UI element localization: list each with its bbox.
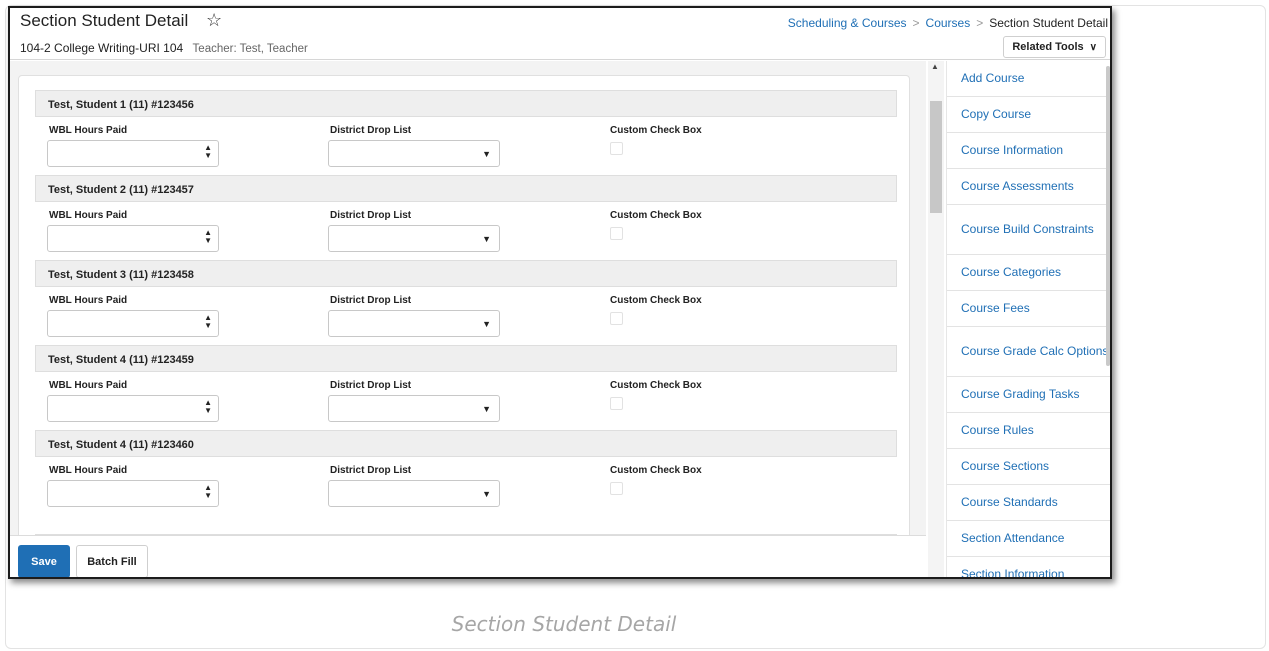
sidebar-scrollbar[interactable] bbox=[1106, 66, 1110, 366]
wbl-hours-input[interactable]: ▲ ▼ bbox=[47, 310, 219, 337]
chevron-down-icon: ∨ bbox=[1089, 41, 1097, 53]
caret-down-icon: ▼ bbox=[482, 149, 491, 159]
wbl-hours-label: WBL Hours Paid bbox=[49, 210, 128, 221]
student-list-card: Test, Student 1 (11) #123456 WBL Hours P… bbox=[18, 75, 910, 535]
custom-check-label: Custom Check Box bbox=[610, 125, 702, 136]
related-tools-button[interactable]: Related Tools ∨ bbox=[1003, 36, 1106, 58]
scroll-up-icon[interactable]: ▲ bbox=[931, 62, 939, 71]
spinner-icon[interactable]: ▲ ▼ bbox=[204, 484, 212, 500]
sidebar-item-course-fees[interactable]: Course Fees bbox=[947, 291, 1110, 327]
district-drop-select[interactable]: ▼ bbox=[328, 140, 500, 167]
sidebar-item-course-information[interactable]: Course Information bbox=[947, 133, 1110, 169]
spinner-icon[interactable]: ▲ ▼ bbox=[204, 314, 212, 330]
sidebar-item-course-sections[interactable]: Course Sections bbox=[947, 449, 1110, 485]
student-block: Test, Student 2 (11) #123457 WBL Hours P… bbox=[35, 175, 897, 260]
action-footer: Save Batch Fill bbox=[10, 535, 926, 577]
custom-checkbox[interactable] bbox=[610, 142, 623, 155]
custom-check-label: Custom Check Box bbox=[610, 210, 702, 221]
caret-down-icon: ▼ bbox=[482, 404, 491, 414]
district-drop-label: District Drop List bbox=[330, 380, 412, 391]
student-header: Test, Student 4 (11) #123460 bbox=[35, 430, 897, 457]
custom-check-label: Custom Check Box bbox=[610, 465, 702, 476]
breadcrumb-link-scheduling[interactable]: Scheduling & Courses bbox=[788, 16, 907, 30]
sidebar-item-course-grading-tasks[interactable]: Course Grading Tasks bbox=[947, 377, 1110, 413]
student-header: Test, Student 3 (11) #123458 bbox=[35, 260, 897, 287]
page-title: Section Student Detail bbox=[20, 11, 189, 30]
figure-caption: Section Student Detail bbox=[451, 612, 677, 636]
page-header: Section Student Detail ☆ 104-2 College W… bbox=[10, 8, 1110, 60]
custom-check-label: Custom Check Box bbox=[610, 380, 702, 391]
app-window: Section Student Detail ☆ 104-2 College W… bbox=[8, 6, 1112, 579]
spinner-icon[interactable]: ▲ ▼ bbox=[204, 229, 212, 245]
student-block: Test, Student 1 (11) #123456 WBL Hours P… bbox=[35, 90, 897, 175]
student-header: Test, Student 1 (11) #123456 bbox=[35, 90, 897, 117]
wbl-hours-label: WBL Hours Paid bbox=[49, 380, 128, 391]
district-drop-select[interactable]: ▼ bbox=[328, 225, 500, 252]
breadcrumb-current: Section Student Detail bbox=[989, 16, 1108, 30]
related-tools-sidebar: Add Course Copy Course Course Informatio… bbox=[946, 61, 1110, 578]
wbl-hours-label: WBL Hours Paid bbox=[49, 295, 128, 306]
district-drop-select[interactable]: ▼ bbox=[328, 480, 500, 507]
sidebar-item-course-assessments[interactable]: Course Assessments bbox=[947, 169, 1110, 205]
student-header: Test, Student 2 (11) #123457 bbox=[35, 175, 897, 202]
student-block: Test, Student 4 (11) #123459 WBL Hours P… bbox=[35, 345, 897, 430]
sidebar-item-course-categories[interactable]: Course Categories bbox=[947, 255, 1110, 291]
caret-down-icon: ▼ bbox=[482, 234, 491, 244]
spinner-icon[interactable]: ▲ ▼ bbox=[204, 144, 212, 160]
save-button[interactable]: Save bbox=[18, 545, 70, 577]
custom-checkbox[interactable] bbox=[610, 312, 623, 325]
caret-down-icon: ▼ bbox=[482, 489, 491, 499]
main-scrollbar[interactable]: ▲ bbox=[928, 61, 944, 577]
sidebar-item-section-information[interactable]: Section Information bbox=[947, 557, 1110, 578]
wbl-hours-input[interactable]: ▲ ▼ bbox=[47, 480, 219, 507]
wbl-hours-input[interactable]: ▲ ▼ bbox=[47, 140, 219, 167]
district-drop-select[interactable]: ▼ bbox=[328, 395, 500, 422]
wbl-hours-input[interactable]: ▲ ▼ bbox=[47, 395, 219, 422]
sidebar-item-course-grade-calc-options[interactable]: Course Grade Calc Options bbox=[947, 327, 1110, 377]
sidebar-item-course-standards[interactable]: Course Standards bbox=[947, 485, 1110, 521]
star-icon[interactable]: ☆ bbox=[206, 10, 222, 31]
district-drop-label: District Drop List bbox=[330, 295, 412, 306]
main-content: Test, Student 1 (11) #123456 WBL Hours P… bbox=[10, 61, 926, 535]
custom-checkbox[interactable] bbox=[610, 227, 623, 240]
custom-checkbox[interactable] bbox=[610, 482, 623, 495]
breadcrumb-separator: > bbox=[976, 16, 984, 30]
student-header: Test, Student 4 (11) #123459 bbox=[35, 345, 897, 372]
teacher-name: Teacher: Test, Teacher bbox=[192, 43, 308, 55]
caret-down-icon: ▼ bbox=[482, 319, 491, 329]
wbl-hours-label: WBL Hours Paid bbox=[49, 125, 128, 136]
related-tools-label: Related Tools bbox=[1012, 41, 1084, 53]
breadcrumb-separator: > bbox=[912, 16, 920, 30]
student-block: Test, Student 4 (11) #123460 WBL Hours P… bbox=[35, 430, 897, 515]
student-block: Test, Student 3 (11) #123458 WBL Hours P… bbox=[35, 260, 897, 345]
scroll-thumb[interactable] bbox=[930, 101, 942, 213]
section-subtitle: 104-2 College Writing-URI 104 Teacher: T… bbox=[20, 41, 308, 55]
custom-check-label: Custom Check Box bbox=[610, 295, 702, 306]
district-drop-label: District Drop List bbox=[330, 210, 412, 221]
sidebar-item-course-rules[interactable]: Course Rules bbox=[947, 413, 1110, 449]
sidebar-item-add-course[interactable]: Add Course bbox=[947, 61, 1110, 97]
sidebar-item-course-build-constraints[interactable]: Course Build Constraints bbox=[947, 205, 1110, 255]
district-drop-select[interactable]: ▼ bbox=[328, 310, 500, 337]
district-drop-label: District Drop List bbox=[330, 465, 412, 476]
district-drop-label: District Drop List bbox=[330, 125, 412, 136]
sidebar-item-section-attendance[interactable]: Section Attendance bbox=[947, 521, 1110, 557]
sidebar-item-copy-course[interactable]: Copy Course bbox=[947, 97, 1110, 133]
wbl-hours-input[interactable]: ▲ ▼ bbox=[47, 225, 219, 252]
breadcrumb: Scheduling & Courses > Courses > Section… bbox=[788, 16, 1108, 30]
section-name: 104-2 College Writing-URI 104 bbox=[20, 41, 184, 55]
wbl-hours-label: WBL Hours Paid bbox=[49, 465, 128, 476]
spinner-icon[interactable]: ▲ ▼ bbox=[204, 399, 212, 415]
breadcrumb-link-courses[interactable]: Courses bbox=[926, 16, 971, 30]
batch-fill-button[interactable]: Batch Fill bbox=[76, 545, 148, 577]
custom-checkbox[interactable] bbox=[610, 397, 623, 410]
